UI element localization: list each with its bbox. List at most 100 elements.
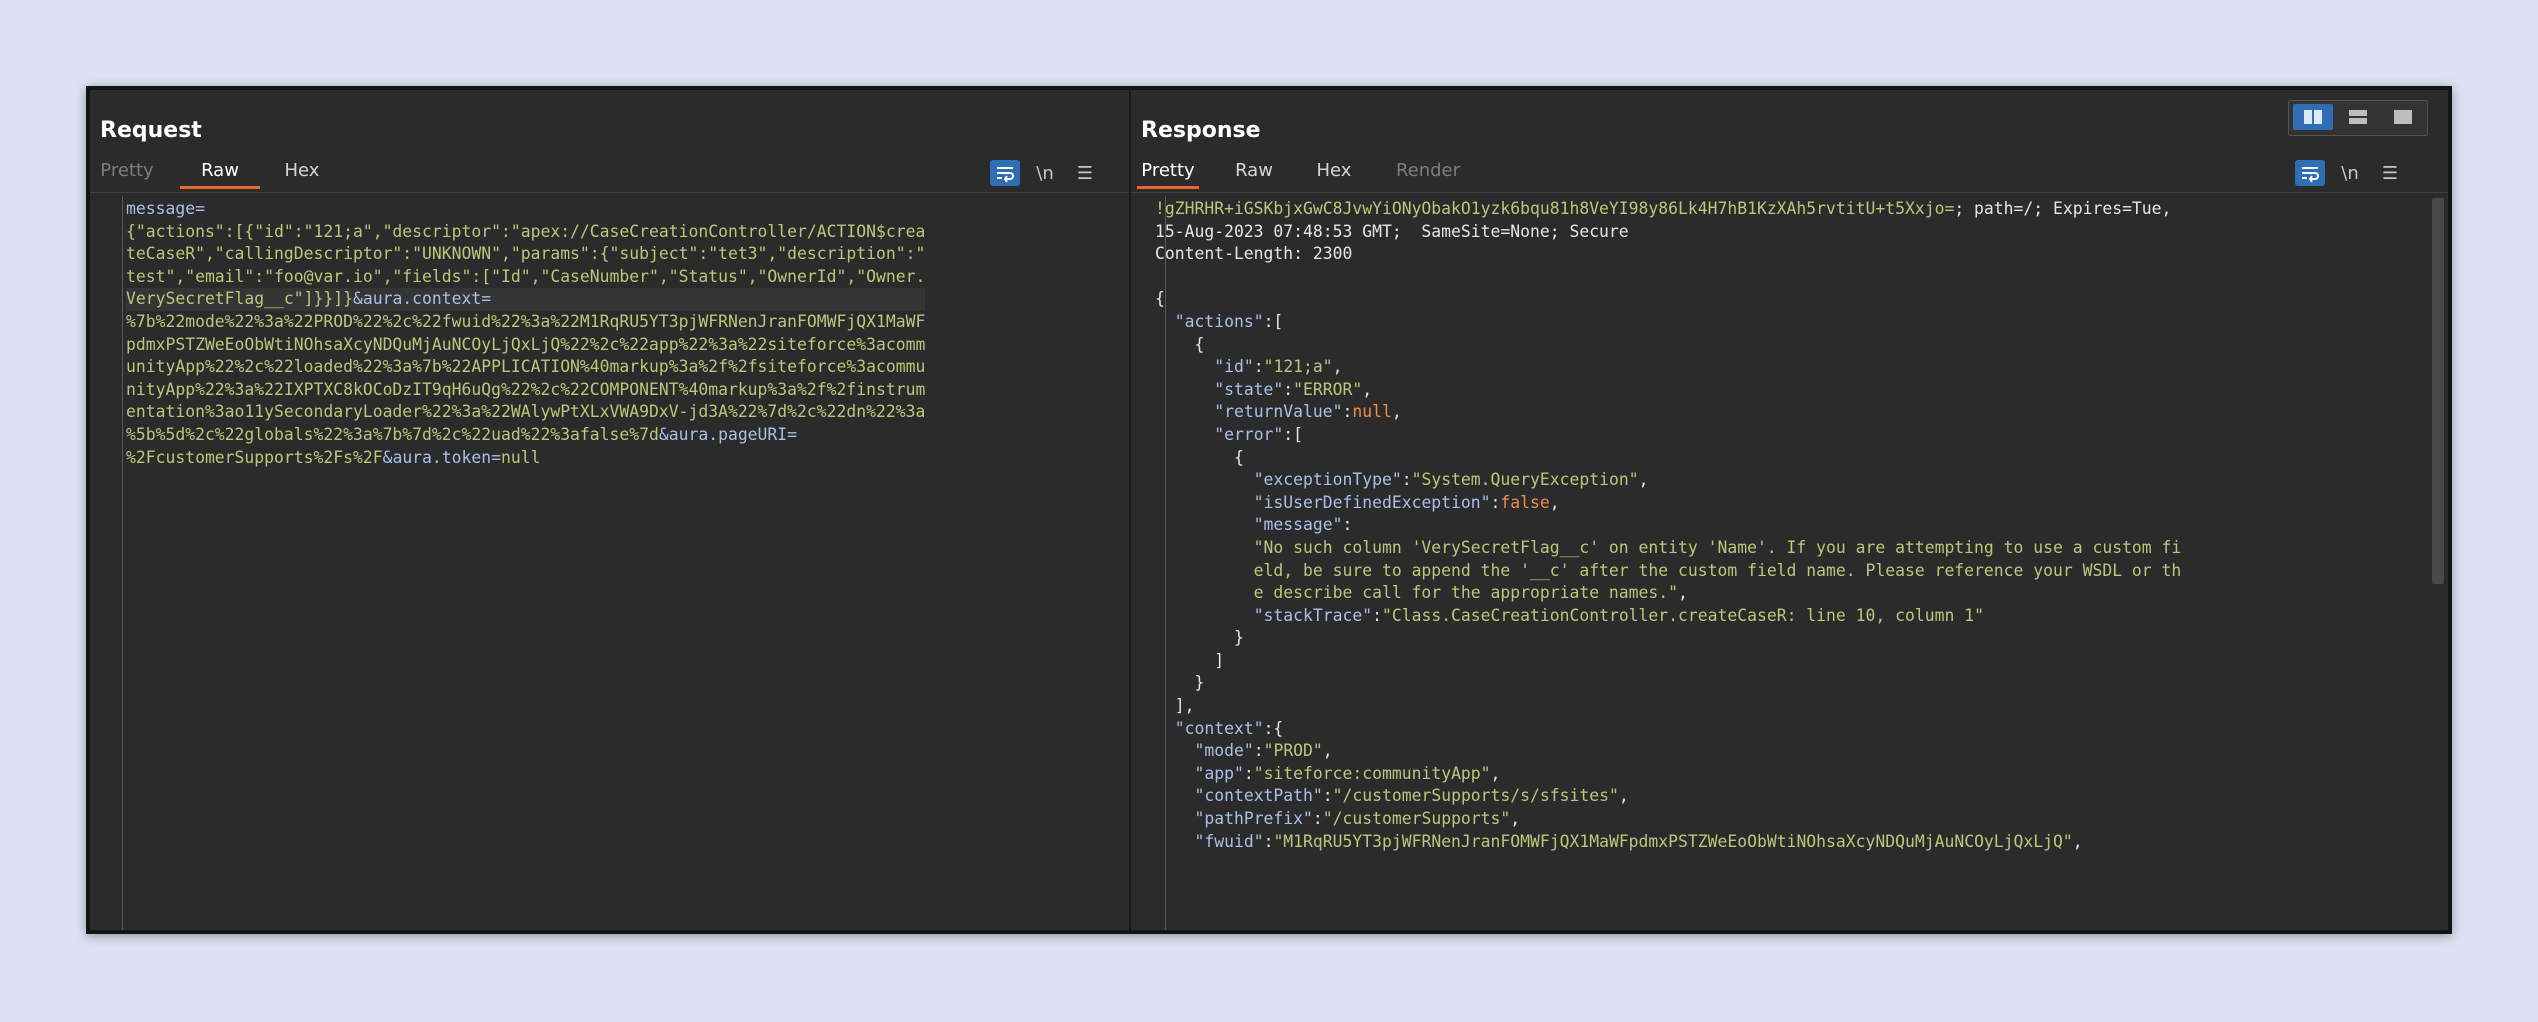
code-token: : bbox=[1342, 515, 1353, 535]
code-line: "state":"ERROR", bbox=[1155, 379, 2181, 402]
code-line: eld, be sure to append the '__c' after t… bbox=[1155, 560, 2182, 583]
code-token: eld, be sure to append the '__c' after t… bbox=[1155, 560, 2182, 580]
response-body[interactable]: !gZHRHR+iGSKbjxGwC8JvwYiONyObakO1yzk6bqu… bbox=[1155, 198, 2181, 853]
code-token: "exceptionType" bbox=[1253, 470, 1402, 490]
tab-response-raw[interactable]: Raw bbox=[1231, 156, 1277, 186]
code-token: , bbox=[1618, 786, 1629, 806]
code-token: { bbox=[1155, 447, 1244, 467]
layout-toggle-group bbox=[2288, 100, 2428, 136]
request-gutter bbox=[122, 196, 123, 930]
code-token: nityApp%22%3a%22IXPTXC8kOCoDzIT9qH6uQg%2… bbox=[126, 379, 926, 399]
code-token: "/customerSupports" bbox=[1322, 809, 1511, 829]
code-token: } bbox=[1155, 628, 1244, 648]
split-vertical-icon[interactable] bbox=[2338, 104, 2378, 130]
code-line: e describe call for the appropriate name… bbox=[1155, 582, 2181, 605]
tab-request-pretty[interactable]: Pretty bbox=[96, 156, 158, 186]
code-line: "id":"121;a", bbox=[1155, 356, 2181, 379]
code-token: : bbox=[1243, 763, 1254, 783]
single-pane-icon[interactable] bbox=[2383, 104, 2423, 130]
code-token: &aura.pageURI= bbox=[658, 424, 798, 444]
code-token: "returnValue" bbox=[1214, 402, 1343, 422]
code-token: "context" bbox=[1174, 718, 1264, 738]
code-line: "error":[ bbox=[1155, 424, 2181, 447]
newline-toggle-icon[interactable]: \n bbox=[2335, 160, 2365, 188]
code-line: %7b%22mode%22%3a%22PROD%22%2c%22fwuid%22… bbox=[126, 311, 925, 334]
menu-icon[interactable]: ☰ bbox=[1070, 160, 1100, 188]
tab-response-render[interactable]: Render bbox=[1393, 156, 1463, 186]
code-token: "mode" bbox=[1194, 741, 1254, 761]
code-token: : bbox=[1263, 831, 1274, 851]
code-token: null bbox=[501, 447, 541, 467]
code-token: {"actions":[{"id":"121;a","descriptor":"… bbox=[126, 221, 926, 241]
code-token: , bbox=[1322, 741, 1333, 761]
menu-icon[interactable]: ☰ bbox=[2375, 160, 2405, 188]
code-line: "exceptionType":"System.QueryException", bbox=[1155, 469, 2181, 492]
wrap-lines-icon[interactable] bbox=[990, 160, 1020, 186]
code-token: "siteforce:communityApp" bbox=[1253, 763, 1491, 783]
code-line: } bbox=[1155, 627, 2181, 650]
code-token: { bbox=[1155, 334, 1205, 354]
code-token: : bbox=[1253, 357, 1264, 377]
response-title: Response bbox=[1141, 118, 1261, 143]
request-body[interactable]: message= {"actions":[{"id":"121;a","descr… bbox=[126, 198, 926, 470]
code-line: { bbox=[1155, 447, 2181, 470]
code-line: nityApp%22%3a%22IXPTXC8kOCoDzIT9qH6uQg%2… bbox=[126, 379, 925, 402]
code-token: } bbox=[1155, 673, 1205, 693]
code-token: : bbox=[1253, 741, 1264, 761]
wrap-lines-icon[interactable] bbox=[2295, 160, 2325, 186]
code-token: , bbox=[1549, 492, 1560, 512]
code-token: , bbox=[1362, 379, 1373, 399]
code-token: "fwuid" bbox=[1194, 831, 1264, 851]
code-line: entation%3ao11ySecondaryLoader%22%3a%22W… bbox=[126, 401, 925, 424]
code-line: "contextPath":"/customerSupports/s/sfsit… bbox=[1155, 785, 2181, 808]
code-line: %2FcustomerSupports%2Fs%2F&aura.token=nu… bbox=[126, 447, 925, 470]
request-pane: Request Pretty Raw Hex \n ☰ message= {"ac… bbox=[90, 90, 1129, 930]
code-token: Content-Length: 2300 bbox=[1155, 244, 1353, 264]
code-token: , bbox=[1332, 357, 1343, 377]
code-token: false bbox=[1500, 492, 1550, 512]
response-toolbar: \n ☰ bbox=[2295, 160, 2415, 188]
response-scrollbar[interactable] bbox=[2432, 198, 2444, 584]
tab-request-raw[interactable]: Raw bbox=[180, 156, 260, 189]
code-token: , bbox=[1638, 470, 1649, 490]
code-line: } bbox=[1155, 672, 2181, 695]
code-line: %5b%5d%2c%22globals%22%3a%7b%7d%2c%22uad… bbox=[126, 424, 925, 447]
code-token: 15-Aug-2023 07:48:53 GMT; SameSite=None;… bbox=[1155, 221, 1629, 241]
code-token: "state" bbox=[1214, 379, 1284, 399]
code-line: ] bbox=[1155, 650, 2181, 673]
request-title: Request bbox=[100, 118, 202, 143]
tab-request-hex[interactable]: Hex bbox=[278, 156, 326, 186]
split-horizontal-icon[interactable] bbox=[2293, 104, 2333, 130]
newline-toggle-icon[interactable]: \n bbox=[1030, 160, 1060, 188]
code-token: "stackTrace" bbox=[1253, 605, 1373, 625]
code-line: "actions":[ bbox=[1155, 311, 2181, 334]
code-token: { bbox=[1155, 289, 1165, 309]
code-token: "pathPrefix" bbox=[1194, 809, 1313, 829]
request-editor[interactable]: message= {"actions":[{"id":"121;a","descr… bbox=[90, 196, 1129, 930]
code-token: "121;a" bbox=[1263, 357, 1333, 377]
code-token: "System.QueryException" bbox=[1411, 470, 1639, 490]
code-line: "mode":"PROD", bbox=[1155, 740, 2181, 763]
response-pane: Response Pretty Raw Hex Render \n ☰ !gZH… bbox=[1131, 90, 2448, 930]
response-editor[interactable]: !gZHRHR+iGSKbjxGwC8JvwYiONyObakO1yzk6bqu… bbox=[1131, 196, 2448, 930]
code-token: : bbox=[1342, 402, 1353, 422]
code-line: pdmxPSTZWeEoObWtiNOhsaXcyNDQuMjAuNCOyLjQ… bbox=[126, 334, 925, 357]
tab-response-hex[interactable]: Hex bbox=[1311, 156, 1357, 186]
code-token: e describe call for the appropriate name… bbox=[1155, 583, 1679, 603]
code-line: Content-Length: 2300 bbox=[1155, 243, 2181, 266]
code-token: null bbox=[1352, 402, 1392, 422]
code-line: "No such column 'VerySecretFlag__c' on e… bbox=[1155, 537, 2182, 560]
tab-response-pretty[interactable]: Pretty bbox=[1137, 156, 1199, 189]
code-token: "message" bbox=[1253, 515, 1343, 535]
code-token: %2FcustomerSupports%2Fs%2F bbox=[126, 447, 383, 467]
code-token: : bbox=[1283, 379, 1294, 399]
code-token: :[ bbox=[1283, 424, 1304, 444]
code-token: :[ bbox=[1263, 311, 1284, 331]
code-line: { bbox=[1155, 334, 2181, 357]
request-tabs: Pretty Raw Hex bbox=[90, 156, 1129, 190]
code-token: , bbox=[1391, 402, 1402, 422]
